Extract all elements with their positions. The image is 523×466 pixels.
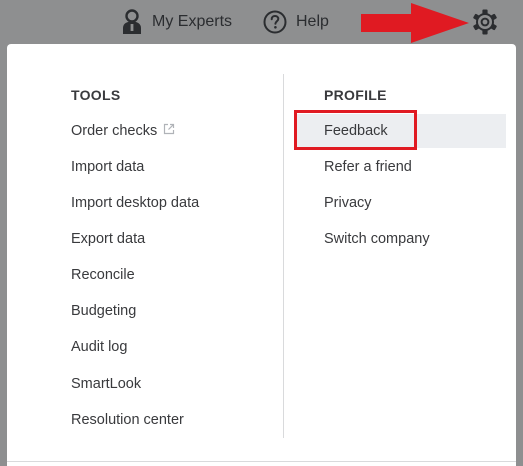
column-divider [283, 74, 284, 438]
menu-item-resolution-center[interactable]: Resolution center [71, 403, 271, 437]
menu-item-smartlook[interactable]: SmartLook [71, 367, 271, 401]
menu-item-label: SmartLook [71, 376, 142, 392]
menu-item-reconcile[interactable]: Reconcile [71, 258, 271, 292]
person-icon [121, 9, 143, 35]
menu-item-switch-company[interactable]: Switch company [296, 222, 506, 256]
menu-item-export-data[interactable]: Export data [71, 222, 271, 256]
top-bar: My Experts Help [0, 0, 523, 44]
menu-item-label: Export data [71, 231, 146, 247]
menu-item-budgeting[interactable]: Budgeting [71, 294, 271, 328]
menu-item-audit-log[interactable]: Audit log [71, 330, 271, 364]
my-experts-button[interactable]: My Experts [121, 0, 232, 44]
external-link-icon [163, 123, 175, 139]
red-arrow-annotation [361, 3, 469, 43]
menu-item-refer-a-friend[interactable]: Refer a friend [296, 150, 506, 184]
menu-item-label: Order checks [71, 123, 158, 139]
profile-heading: PROFILE [324, 87, 387, 103]
highlight-box-annotation [294, 110, 417, 150]
menu-item-label: Import data [71, 159, 145, 175]
menu-item-label: Privacy [324, 195, 372, 211]
menu-item-label: Refer a friend [324, 159, 412, 175]
help-button[interactable]: Help [263, 0, 329, 44]
menu-item-label: Audit log [71, 339, 128, 355]
menu-item-order-checks[interactable]: Order checks [71, 114, 271, 148]
panel-bottom-divider [7, 461, 516, 462]
menu-item-import-data[interactable]: Import data [71, 150, 271, 184]
gear-icon[interactable] [471, 8, 499, 36]
tools-heading: TOOLS [71, 87, 121, 103]
menu-item-privacy[interactable]: Privacy [296, 186, 506, 220]
menu-item-import-desktop-data[interactable]: Import desktop data [71, 186, 271, 220]
help-icon [263, 10, 287, 34]
help-label: Help [296, 13, 329, 30]
menu-item-label: Budgeting [71, 303, 137, 319]
my-experts-label: My Experts [152, 13, 233, 30]
settings-dropdown-panel: TOOLS Order checks Import data Import de… [7, 44, 516, 466]
menu-item-label: Import desktop data [71, 195, 200, 211]
menu-item-label: Reconcile [71, 267, 135, 283]
menu-item-label: Switch company [324, 231, 430, 247]
menu-item-label: Resolution center [71, 412, 184, 428]
